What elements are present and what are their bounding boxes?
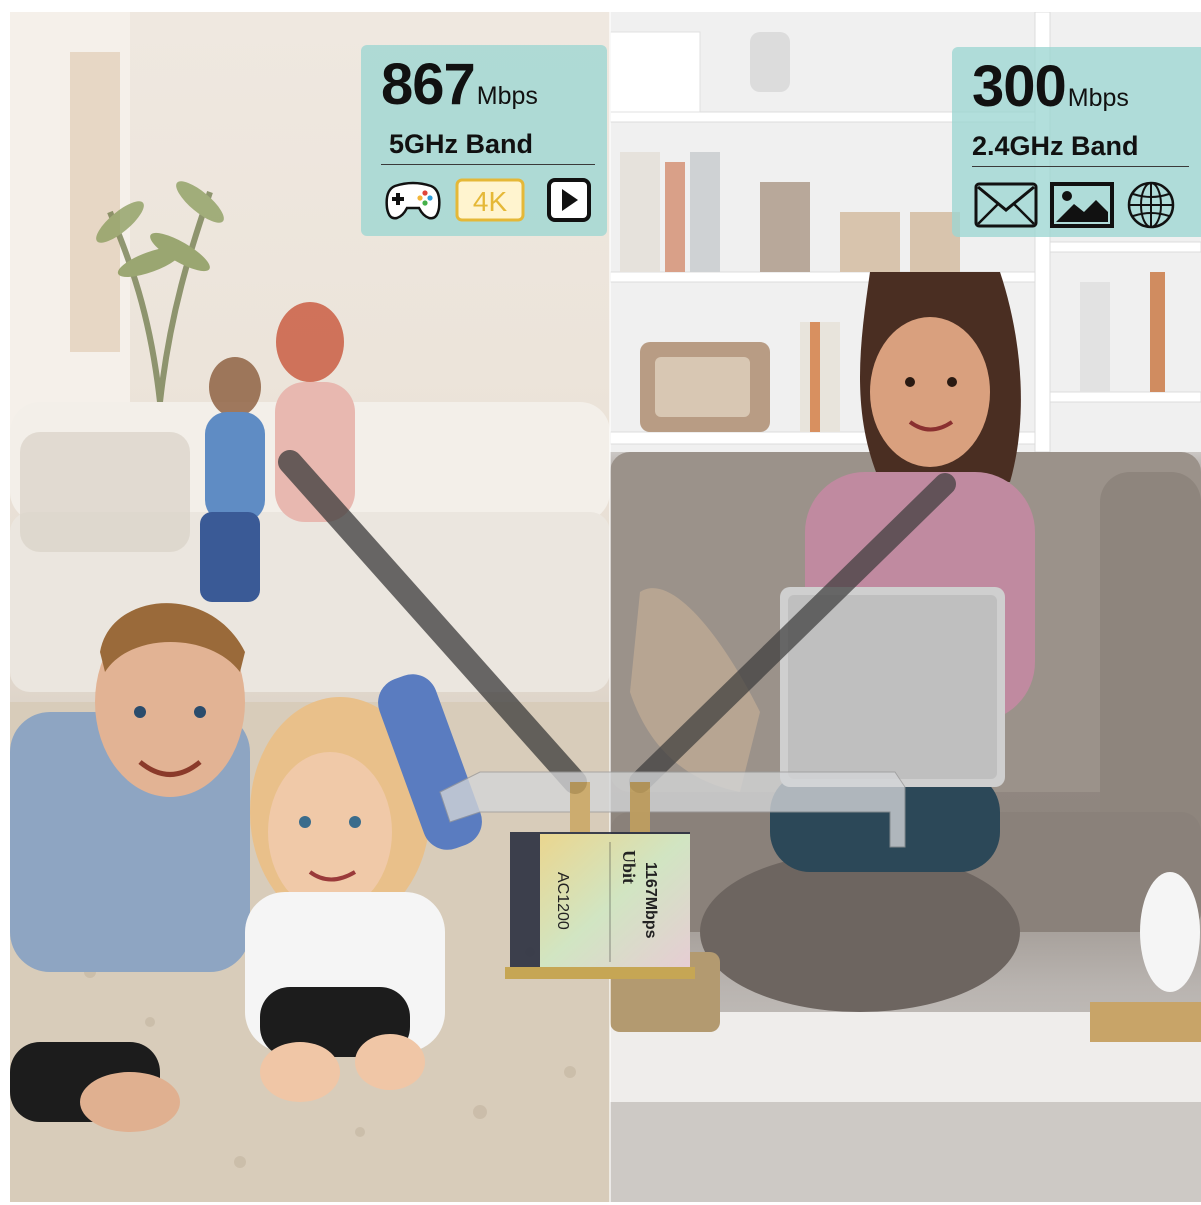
speed-readout: 300Mbps bbox=[972, 53, 1129, 120]
divider-line bbox=[381, 164, 595, 165]
card-speed-label: 1167Mbps bbox=[642, 862, 659, 939]
product-image: AC1200 Ubit 1167Mbps 867Mbps 5GHz Band 4… bbox=[10, 12, 1201, 1202]
usage-icons: 4K bbox=[385, 178, 591, 222]
4k-label: 4K bbox=[473, 186, 508, 217]
speed-value: 867 bbox=[381, 52, 476, 117]
speed-value: 300 bbox=[972, 54, 1067, 119]
mail-icon bbox=[974, 182, 1038, 228]
band-24ghz-panel: 300Mbps 2.4GHz Band bbox=[952, 47, 1201, 237]
left-antenna bbox=[278, 450, 587, 794]
play-icon bbox=[547, 178, 591, 222]
globe-icon bbox=[1126, 180, 1176, 230]
4k-icon: 4K bbox=[455, 178, 525, 222]
band-5ghz-panel: 867Mbps 5GHz Band 4K bbox=[361, 45, 607, 236]
gamepad-icon bbox=[385, 178, 441, 222]
band-label: 5GHz Band bbox=[389, 129, 534, 159]
speed-readout: 867Mbps bbox=[381, 51, 538, 118]
right-antenna bbox=[629, 473, 956, 793]
speed-unit: Mbps bbox=[1067, 84, 1129, 112]
card-model-label: AC1200 bbox=[554, 872, 571, 930]
card-brand-label: Ubit bbox=[619, 850, 639, 884]
band-label: 2.4GHz Band bbox=[972, 131, 1139, 161]
speed-unit: Mbps bbox=[476, 82, 538, 110]
divider-line bbox=[972, 166, 1189, 167]
image-icon bbox=[1050, 182, 1114, 228]
wifi-card-board bbox=[505, 832, 695, 979]
usage-icons bbox=[974, 180, 1176, 230]
